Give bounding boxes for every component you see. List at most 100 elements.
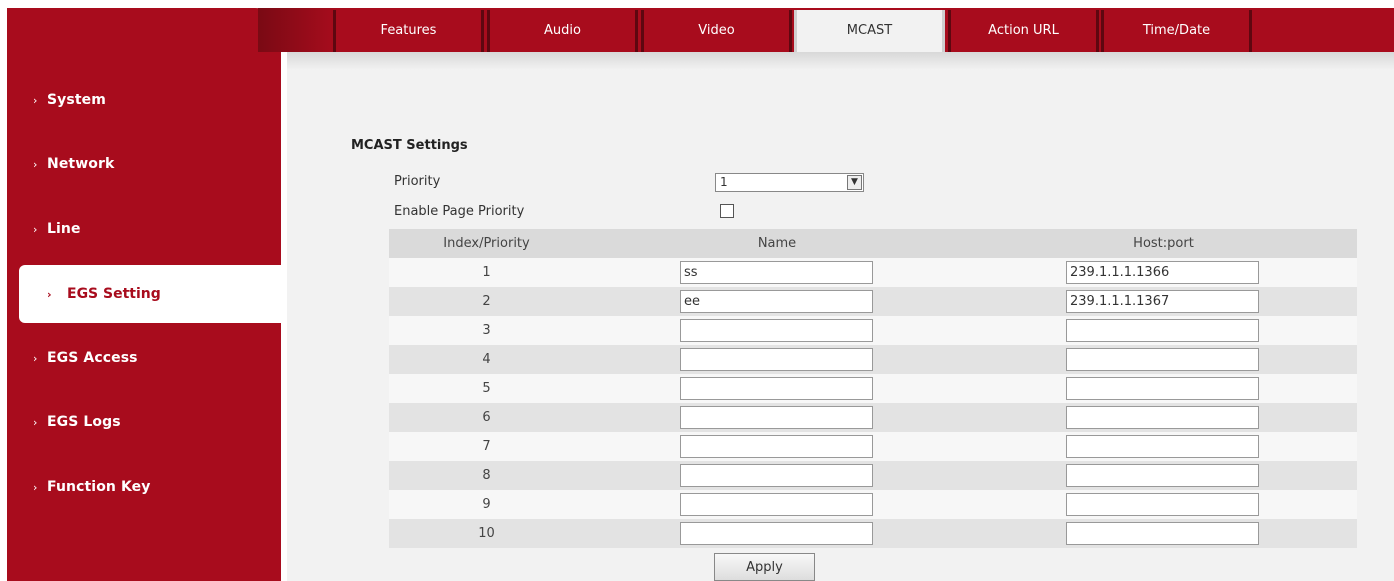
row-name-cell	[584, 403, 970, 432]
row-index: 1	[389, 258, 584, 287]
row-index: 8	[389, 461, 584, 490]
tab-video[interactable]: Video	[641, 10, 792, 52]
table-row: 8	[389, 461, 1357, 490]
row-index: 10	[389, 519, 584, 548]
row-index: 4	[389, 345, 584, 374]
priority-label: Priority	[394, 174, 441, 189]
name-input[interactable]	[680, 290, 873, 313]
table-row: 10	[389, 519, 1357, 548]
tab-action-url[interactable]: Action URL	[948, 10, 1099, 52]
row-host-cell	[970, 287, 1357, 316]
sidebar-item-system[interactable]: › System	[30, 85, 106, 115]
row-name-cell	[584, 374, 970, 403]
name-input[interactable]	[680, 377, 873, 400]
name-input[interactable]	[680, 435, 873, 458]
name-input[interactable]	[680, 319, 873, 342]
host-port-input[interactable]	[1066, 435, 1259, 458]
name-input[interactable]	[680, 493, 873, 516]
row-index: 5	[389, 374, 584, 403]
table-row: 5	[389, 374, 1357, 403]
row-name-cell	[584, 432, 970, 461]
name-input[interactable]	[680, 348, 873, 371]
row-host-cell	[970, 403, 1357, 432]
chevron-right-icon: ›	[33, 352, 38, 365]
table-row: 6	[389, 403, 1357, 432]
row-host-cell	[970, 461, 1357, 490]
sidebar-item-label: System	[47, 92, 106, 108]
row-name-cell	[584, 287, 970, 316]
section-title: MCAST Settings	[351, 138, 468, 153]
apply-button[interactable]: Apply	[714, 553, 815, 581]
sidebar-item-label: Line	[47, 221, 81, 237]
chevron-right-icon: ›	[33, 94, 38, 107]
sidebar-item-label: Function Key	[47, 479, 151, 495]
row-index: 7	[389, 432, 584, 461]
sidebar-item-label: EGS Logs	[47, 414, 121, 430]
table-row: 9	[389, 490, 1357, 519]
sidebar-item-network[interactable]: › Network	[30, 149, 114, 179]
chevron-right-icon: ›	[33, 481, 38, 494]
host-port-input[interactable]	[1066, 493, 1259, 516]
chevron-right-icon: ›	[33, 416, 38, 429]
tab-mcast[interactable]: MCAST	[794, 10, 945, 52]
name-input[interactable]	[680, 406, 873, 429]
sidebar-item-egs-setting[interactable]: › EGS Setting	[19, 265, 281, 323]
row-host-cell	[970, 345, 1357, 374]
sidebar-item-label: Network	[47, 156, 115, 172]
row-host-cell	[970, 374, 1357, 403]
row-host-cell	[970, 316, 1357, 345]
sidebar-item-function-key[interactable]: › Function Key	[30, 472, 150, 502]
host-port-input[interactable]	[1066, 261, 1259, 284]
row-name-cell	[584, 345, 970, 374]
enable-page-priority-label: Enable Page Priority	[394, 204, 525, 219]
table-row: 7	[389, 432, 1357, 461]
header-name: Name	[584, 229, 970, 258]
sidebar-item-label: EGS Access	[47, 350, 138, 366]
row-host-cell	[970, 258, 1357, 287]
tab-audio[interactable]: Audio	[487, 10, 638, 52]
table-row: 3	[389, 316, 1357, 345]
tab-features[interactable]: Features	[333, 10, 484, 52]
row-name-cell	[584, 258, 970, 287]
table-row: 2	[389, 287, 1357, 316]
chevron-right-icon: ›	[33, 158, 38, 171]
row-host-cell	[970, 490, 1357, 519]
row-host-cell	[970, 432, 1357, 461]
priority-select[interactable]: 1 ▼	[715, 173, 864, 192]
chevron-right-icon: ›	[47, 288, 52, 301]
host-port-input[interactable]	[1066, 464, 1259, 487]
sidebar-item-label: EGS Setting	[67, 286, 161, 302]
row-index: 2	[389, 287, 584, 316]
host-port-input[interactable]	[1066, 406, 1259, 429]
header-index-priority: Index/Priority	[389, 229, 584, 258]
name-input[interactable]	[680, 261, 873, 284]
priority-select-value: 1	[720, 175, 728, 189]
sidebar-item-egs-access[interactable]: › EGS Access	[30, 343, 138, 373]
host-port-input[interactable]	[1066, 377, 1259, 400]
table-row: 1	[389, 258, 1357, 287]
name-input[interactable]	[680, 464, 873, 487]
row-name-cell	[584, 461, 970, 490]
host-port-input[interactable]	[1066, 290, 1259, 313]
host-port-input[interactable]	[1066, 319, 1259, 342]
row-name-cell	[584, 519, 970, 548]
row-host-cell	[970, 519, 1357, 548]
row-index: 3	[389, 316, 584, 345]
host-port-input[interactable]	[1066, 348, 1259, 371]
header-host-port: Host:port	[970, 229, 1357, 258]
tab-time-date[interactable]: Time/Date	[1101, 10, 1252, 52]
name-input[interactable]	[680, 522, 873, 545]
table-row: 4	[389, 345, 1357, 374]
chevron-down-icon: ▼	[847, 175, 862, 190]
mcast-table: Index/Priority Name Host:port 1234567891…	[389, 229, 1357, 548]
row-name-cell	[584, 316, 970, 345]
row-index: 9	[389, 490, 584, 519]
sidebar-item-line[interactable]: › Line	[30, 214, 81, 244]
host-port-input[interactable]	[1066, 522, 1259, 545]
sidebar-item-egs-logs[interactable]: › EGS Logs	[30, 407, 121, 437]
chevron-right-icon: ›	[33, 223, 38, 236]
row-name-cell	[584, 490, 970, 519]
table-header-row: Index/Priority Name Host:port	[389, 229, 1357, 258]
enable-page-priority-checkbox[interactable]	[720, 204, 734, 218]
content-shadow	[287, 52, 1394, 70]
